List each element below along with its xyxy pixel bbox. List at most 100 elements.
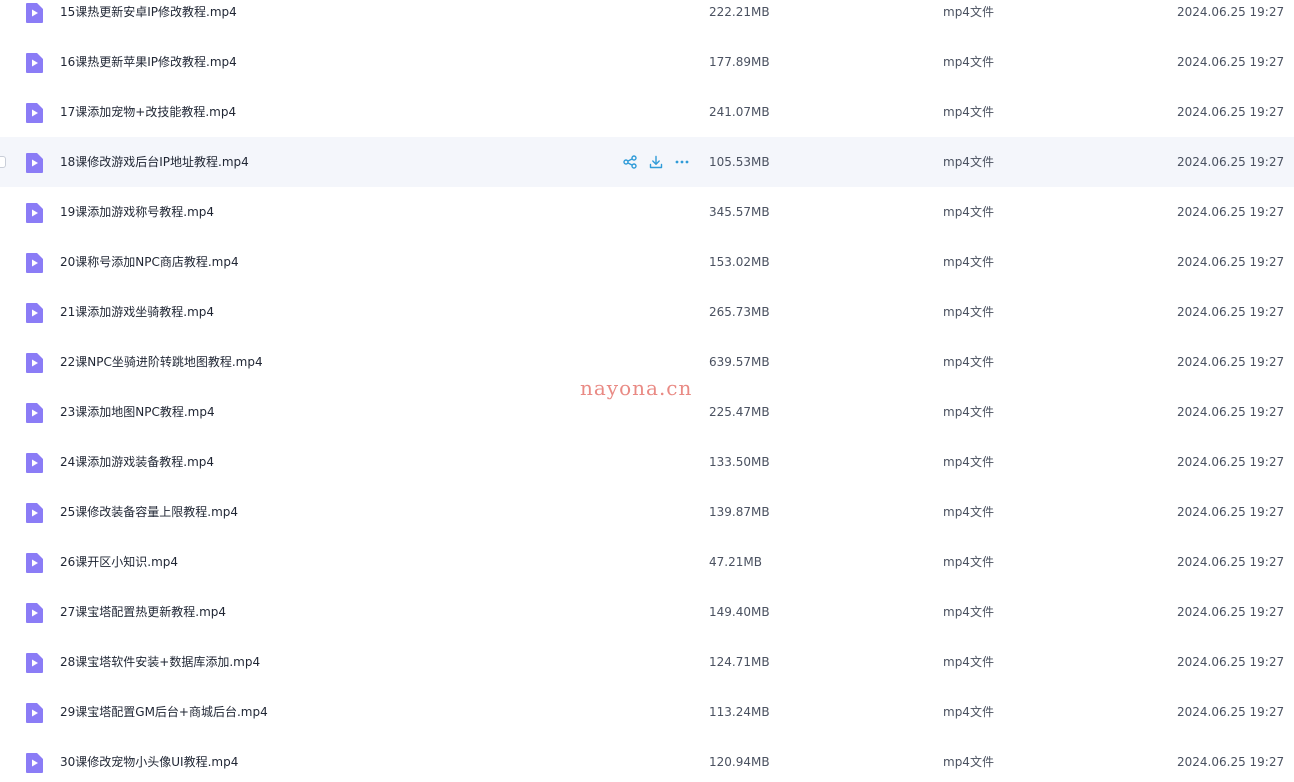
video-file-icon — [24, 702, 44, 724]
table-row[interactable]: 30课修改宠物小头像UI教程.mp4 120.94MB mp4文件 2024.06.2… — [0, 737, 1294, 782]
file-size: 124.71MB — [709, 655, 770, 669]
file-size: 133.50MB — [709, 455, 770, 469]
file-modified-date: 2024.06.25 19:27 — [1177, 155, 1285, 169]
file-type: mp4文件 — [943, 455, 994, 469]
file-modified-date: 2024.06.25 19:27 — [1177, 755, 1285, 769]
video-file-icon — [24, 302, 44, 324]
file-size: 105.53MB — [709, 155, 770, 169]
file-type: mp4文件 — [943, 105, 994, 119]
file-type: mp4文件 — [943, 305, 994, 319]
file-type: mp4文件 — [943, 355, 994, 369]
table-row[interactable]: 27课宝塔配置热更新教程.mp4 149.40MB mp4文件 2024.06.25 … — [0, 587, 1294, 637]
file-name[interactable]: 17课添加宠物+改技能教程.mp4 — [60, 87, 236, 137]
table-row[interactable]: 28课宝塔软件安装+数据库添加.mp4 124.71MB mp4文件 2024.06.… — [0, 637, 1294, 687]
file-name[interactable]: 21课添加游戏坐骑教程.mp4 — [60, 287, 214, 337]
file-modified-date: 2024.06.25 19:27 — [1177, 555, 1285, 569]
download-icon[interactable] — [648, 154, 664, 170]
table-row[interactable]: 19课添加游戏称号教程.mp4 345.57MB mp4文件 2024.06.25 1… — [0, 187, 1294, 237]
file-modified-date: 2024.06.25 19:27 — [1177, 205, 1285, 219]
file-size: 639.57MB — [709, 355, 770, 369]
file-name[interactable]: 23课添加地图NPC教程.mp4 — [60, 387, 215, 437]
file-size: 345.57MB — [709, 205, 770, 219]
file-type: mp4文件 — [943, 255, 994, 269]
video-file-icon — [24, 2, 44, 24]
file-modified-date: 2024.06.25 19:27 — [1177, 355, 1285, 369]
file-type: mp4文件 — [943, 205, 994, 219]
file-size: 120.94MB — [709, 755, 770, 769]
file-name[interactable]: 15课热更新安卓IP修改教程.mp4 — [60, 0, 237, 37]
file-name[interactable]: 26课开区小知识.mp4 — [60, 537, 178, 587]
table-row[interactable]: 23课添加地图NPC教程.mp4 225.47MB mp4文件 2024.06.25 … — [0, 387, 1294, 437]
video-file-icon — [24, 602, 44, 624]
table-row[interactable]: 17课添加宠物+改技能教程.mp4 241.07MB mp4文件 2024.06.25… — [0, 87, 1294, 137]
video-file-icon — [24, 352, 44, 374]
video-file-icon — [24, 102, 44, 124]
file-size: 149.40MB — [709, 605, 770, 619]
file-name[interactable]: 16课热更新苹果IP修改教程.mp4 — [60, 37, 237, 87]
video-file-icon — [24, 52, 44, 74]
row-checkbox[interactable] — [0, 156, 6, 168]
file-name[interactable]: 20课称号添加NPC商店教程.mp4 — [60, 237, 239, 287]
video-file-icon — [24, 502, 44, 524]
table-row[interactable]: 21课添加游戏坐骑教程.mp4 265.73MB mp4文件 2024.06.25 1… — [0, 287, 1294, 337]
file-modified-date: 2024.06.25 19:27 — [1177, 705, 1285, 719]
file-name[interactable]: 28课宝塔软件安装+数据库添加.mp4 — [60, 637, 260, 687]
video-file-icon — [24, 202, 44, 224]
file-name[interactable]: 25课修改装备容量上限教程.mp4 — [60, 487, 238, 537]
video-file-icon — [24, 152, 44, 174]
table-row[interactable]: 20课称号添加NPC商店教程.mp4 153.02MB mp4文件 2024.06.2… — [0, 237, 1294, 287]
file-type: mp4文件 — [943, 705, 994, 719]
video-file-icon — [24, 452, 44, 474]
video-file-icon — [24, 752, 44, 774]
file-size: 47.21MB — [709, 555, 762, 569]
file-modified-date: 2024.06.25 19:27 — [1177, 605, 1285, 619]
file-name[interactable]: 30课修改宠物小头像UI教程.mp4 — [60, 737, 238, 782]
file-size: 139.87MB — [709, 505, 770, 519]
file-type: mp4文件 — [943, 405, 994, 419]
file-size: 113.24MB — [709, 705, 770, 719]
file-type: mp4文件 — [943, 505, 994, 519]
file-modified-date: 2024.06.25 19:27 — [1177, 405, 1285, 419]
file-modified-date: 2024.06.25 19:27 — [1177, 255, 1285, 269]
file-modified-date: 2024.06.25 19:27 — [1177, 455, 1285, 469]
file-type: mp4文件 — [943, 5, 994, 19]
file-name[interactable]: 27课宝塔配置热更新教程.mp4 — [60, 587, 226, 637]
file-size: 153.02MB — [709, 255, 770, 269]
file-size: 241.07MB — [709, 105, 770, 119]
file-size: 265.73MB — [709, 305, 770, 319]
file-modified-date: 2024.06.25 19:27 — [1177, 55, 1285, 69]
file-type: mp4文件 — [943, 655, 994, 669]
table-row[interactable]: 22课NPC坐骑进阶转跳地图教程.mp4 639.57MB mp4文件 2024.06… — [0, 337, 1294, 387]
file-name[interactable]: 18课修改游戏后台IP地址教程.mp4 — [60, 137, 249, 187]
file-size: 225.47MB — [709, 405, 770, 419]
file-name[interactable]: 19课添加游戏称号教程.mp4 — [60, 187, 214, 237]
row-actions — [622, 154, 690, 170]
file-type: mp4文件 — [943, 155, 994, 169]
table-row[interactable]: 18课修改游戏后台IP地址教程.mp4 105.53MB mp4文件 2024.06.… — [0, 137, 1294, 187]
file-name[interactable]: 24课添加游戏装备教程.mp4 — [60, 437, 214, 487]
table-row[interactable]: 24课添加游戏装备教程.mp4 133.50MB mp4文件 2024.06.25 1… — [0, 437, 1294, 487]
video-file-icon — [24, 252, 44, 274]
video-file-icon — [24, 552, 44, 574]
file-list: 15课热更新安卓IP修改教程.mp4 222.21MB mp4文件 2024.06.2… — [0, 0, 1294, 782]
table-row[interactable]: 25课修改装备容量上限教程.mp4 139.87MB mp4文件 2024.06.25… — [0, 487, 1294, 537]
file-modified-date: 2024.06.25 19:27 — [1177, 105, 1285, 119]
table-row[interactable]: 26课开区小知识.mp4 47.21MB mp4文件 2024.06.25 19:27 — [0, 537, 1294, 587]
video-file-icon — [24, 402, 44, 424]
file-modified-date: 2024.06.25 19:27 — [1177, 5, 1285, 19]
file-name[interactable]: 22课NPC坐骑进阶转跳地图教程.mp4 — [60, 337, 263, 387]
table-row[interactable]: 29课宝塔配置GM后台+商城后台.mp4 113.24MB mp4文件 2024.06… — [0, 687, 1294, 737]
file-type: mp4文件 — [943, 555, 994, 569]
file-type: mp4文件 — [943, 755, 994, 769]
file-modified-date: 2024.06.25 19:27 — [1177, 505, 1285, 519]
file-modified-date: 2024.06.25 19:27 — [1177, 655, 1285, 669]
file-size: 177.89MB — [709, 55, 770, 69]
video-file-icon — [24, 652, 44, 674]
more-icon[interactable] — [674, 154, 690, 170]
table-row[interactable]: 16课热更新苹果IP修改教程.mp4 177.89MB mp4文件 2024.06.2… — [0, 37, 1294, 87]
file-size: 222.21MB — [709, 5, 770, 19]
file-type: mp4文件 — [943, 55, 994, 69]
table-row[interactable]: 15课热更新安卓IP修改教程.mp4 222.21MB mp4文件 2024.06.2… — [0, 0, 1294, 37]
file-name[interactable]: 29课宝塔配置GM后台+商城后台.mp4 — [60, 687, 268, 737]
share-icon[interactable] — [622, 154, 638, 170]
